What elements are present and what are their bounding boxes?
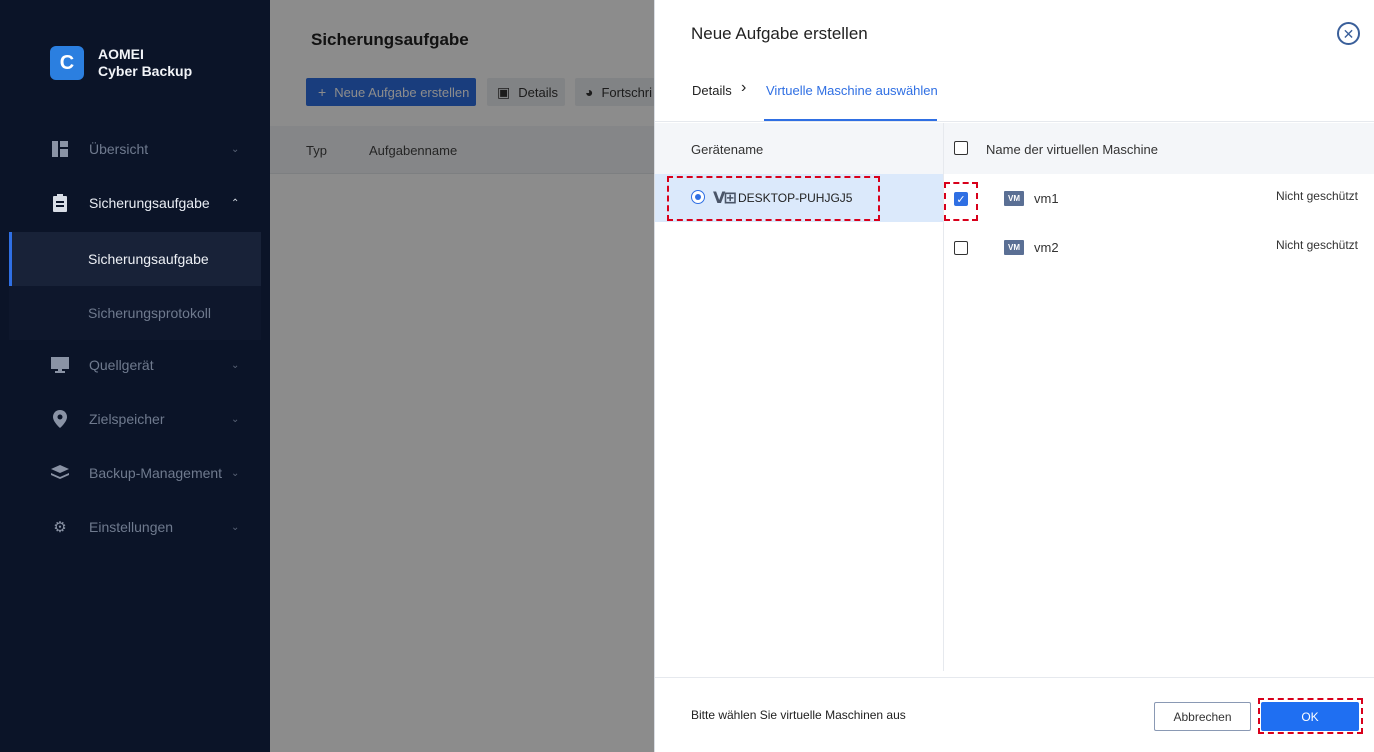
cancel-button[interactable]: Abbrechen bbox=[1154, 702, 1251, 731]
vm-name: vm1 bbox=[1034, 191, 1059, 206]
device-panel: Gerätename V⊞ DESKTOP-PUHJGJ5 bbox=[655, 123, 944, 671]
chevron-right-icon: › bbox=[741, 79, 747, 96]
modal-backdrop[interactable] bbox=[270, 0, 654, 752]
close-icon[interactable]: ✕ bbox=[1337, 22, 1360, 45]
drawer-title: Neue Aufgabe erstellen bbox=[691, 24, 868, 43]
select-all-checkbox[interactable] bbox=[954, 141, 968, 155]
footer-message: Bitte wählen Sie virtuelle Maschinen aus bbox=[691, 708, 906, 722]
device-column-header: Gerätename bbox=[655, 123, 943, 174]
vm-icon: VM bbox=[1004, 240, 1024, 255]
vm-status: Nicht geschützt bbox=[1275, 238, 1358, 252]
highlight-box-ok bbox=[1258, 698, 1363, 734]
vm-row[interactable]: ✓ VM vm1 Nicht geschützt bbox=[944, 174, 1374, 224]
vm-panel: Name der virtuellen Maschine ✓ VM vm1 Ni… bbox=[944, 123, 1374, 671]
drawer-footer: Bitte wählen Sie virtuelle Maschinen aus… bbox=[655, 677, 1374, 752]
vm-icon: VM bbox=[1004, 191, 1024, 206]
highlight-box-vm1-checkbox bbox=[944, 182, 978, 221]
device-row[interactable]: V⊞ DESKTOP-PUHJGJ5 bbox=[655, 174, 943, 222]
vm2-checkbox[interactable] bbox=[954, 241, 968, 255]
vm-column-header: Name der virtuellen Maschine bbox=[944, 123, 1374, 174]
step-select-vm[interactable]: Virtuelle Maschine auswählen bbox=[766, 83, 938, 98]
step-tabs: Details › Virtuelle Maschine auswählen bbox=[655, 72, 1374, 122]
new-task-drawer: Neue Aufgabe erstellen ✕ Details › Virtu… bbox=[654, 0, 1374, 752]
vm-row[interactable]: VM vm2 Nicht geschützt bbox=[944, 224, 1374, 274]
highlight-box-device bbox=[667, 176, 880, 221]
vm-name: vm2 bbox=[1034, 240, 1059, 255]
step-details[interactable]: Details bbox=[692, 83, 732, 98]
vm-status: Nicht geschützt bbox=[1275, 189, 1358, 203]
active-step-underline bbox=[764, 119, 937, 121]
